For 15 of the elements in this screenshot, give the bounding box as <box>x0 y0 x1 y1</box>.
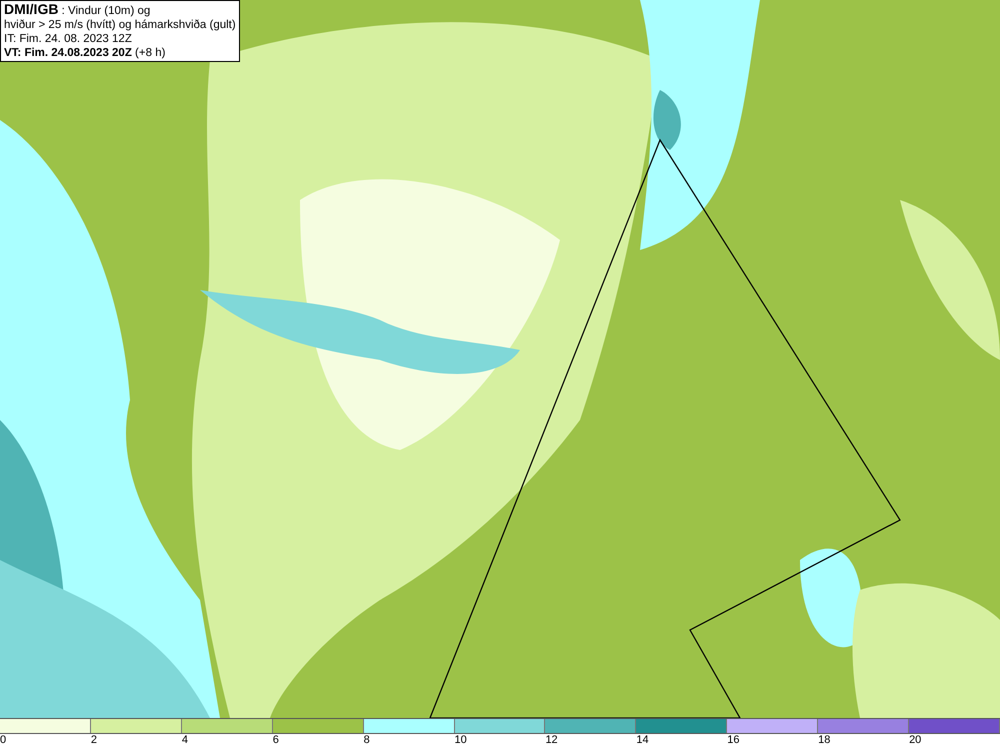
legend-label: 14 <box>636 734 649 747</box>
title-line: hviður > 25 m/s (hvítt) og hámarkshviða (gult) <box>4 18 236 32</box>
title-line: DMI/IGB : Vindur (10m) og <box>4 2 152 18</box>
legend-label: 18 <box>818 734 830 747</box>
legend-label: 20 <box>909 734 922 747</box>
title-line: VT: Fim. 24.08.2023 20Z (+8 h) <box>4 46 166 60</box>
legend-label: 8 <box>364 734 370 747</box>
legend-label: 16 <box>727 734 740 747</box>
legend-label: 10 <box>454 734 467 747</box>
legend-label: 2 <box>90 734 98 747</box>
legend-label: 4 <box>182 734 188 747</box>
legend-label: 0 <box>0 734 6 747</box>
legend-label: 12 <box>545 734 558 747</box>
legend-label: 6 <box>272 734 279 747</box>
title-line: IT: Fim. 24. 08. 2023 12Z <box>4 32 133 46</box>
